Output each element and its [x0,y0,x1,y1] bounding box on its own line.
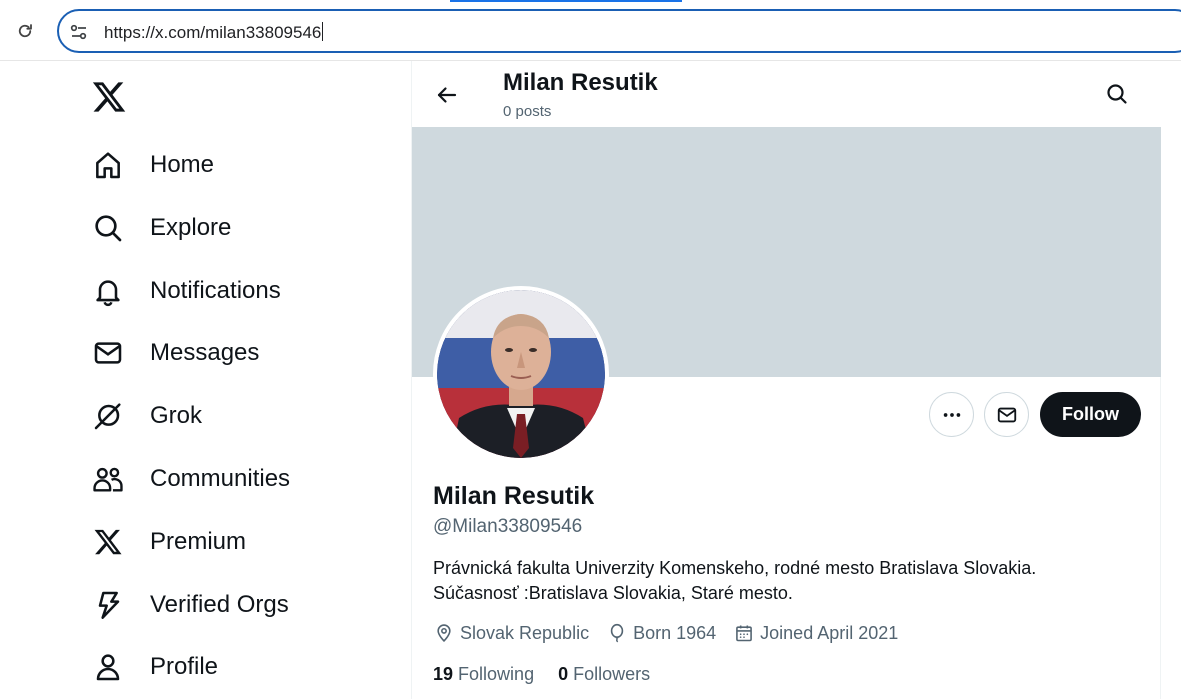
profile-meta: Slovak Republic Born 1964 Joined April 2… [433,621,915,645]
header-profile-name: Milan Resutik [503,69,658,96]
profile-header-bar: Milan Resutik 0 posts [412,61,1161,127]
followers-label: Followers [573,664,651,684]
x-logo-icon[interactable] [91,79,127,115]
sidebar-item-notifications[interactable]: Notifications [90,266,281,316]
avatar[interactable] [433,286,609,462]
location-text: Slovak Republic [460,622,590,643]
people-icon [90,461,126,497]
balloon-icon [606,622,628,644]
grok-icon [90,398,126,434]
avatar-photo [437,290,605,458]
sidebar-item-grok[interactable]: Grok [90,391,202,441]
bell-icon [90,273,126,309]
sidebar-item-profile[interactable]: Profile [90,642,218,692]
follow-button[interactable]: Follow [1040,392,1141,437]
sidebar-item-premium[interactable]: Premium [90,517,246,567]
profile-name: Milan Resutik [433,482,595,510]
following-link[interactable]: 19 Following [433,664,534,685]
search-icon[interactable] [1100,77,1134,111]
bio-line: Súčasnosť :Bratislava Slovakia, Staré me… [433,583,793,603]
profile-column: Milan Resutik 0 posts Follow Milan Resut… [411,61,1161,699]
sidebar-item-label: Profile [150,653,219,680]
sidebar-item-label: Messages [150,339,260,366]
sidebar-item-label: Home [150,151,215,178]
sidebar-item-messages[interactable]: Messages [90,328,259,378]
site-settings-icon[interactable] [69,22,89,42]
profile-bio: Právnická fakulta Univerzity Komenskeho,… [433,556,1133,606]
header-post-count: 0 posts [503,103,552,120]
sidebar-item-label: Premium [150,528,247,555]
more-options-button[interactable] [929,392,974,437]
follow-stats: 19 Following 0 Followers [433,664,674,685]
reload-icon[interactable] [14,20,36,42]
birth-item: Born 1964 [606,622,716,644]
birth-text: Born 1964 [633,622,717,643]
joined-item: Joined April 2021 [733,622,898,644]
followers-count: 0 [558,664,569,684]
location-pin-icon [433,622,455,644]
sidebar-item-label: Explore [150,214,232,241]
sidebar-item-label: Notifications [150,277,281,304]
bio-line: Právnická fakulta Univerzity Komenskeho,… [433,558,1037,578]
search-icon [90,210,126,246]
active-tab-indicator [450,0,682,2]
envelope-icon [997,407,1016,422]
more-dots-icon [943,412,960,417]
sidebar-nav: Home Explore Notifications Messages Grok… [0,61,411,699]
profile-handle: @Milan33809546 [433,516,583,537]
calendar-icon [733,622,755,644]
lightning-icon [90,587,126,623]
browser-toolbar: https://x.com/milan33809546 [0,0,1181,61]
person-icon [90,649,126,685]
sidebar-item-home[interactable]: Home [90,140,214,190]
sidebar-item-label: Communities [150,465,291,492]
envelope-icon [90,335,126,371]
address-bar[interactable]: https://x.com/milan33809546 [57,9,1181,53]
sidebar-item-label: Verified Orgs [150,591,289,618]
sidebar-item-label: Grok [150,402,203,429]
message-button[interactable] [984,392,1029,437]
following-label: Following [458,664,535,684]
x-logo-icon [90,524,126,560]
url-text[interactable]: https://x.com/milan33809546 [104,22,324,43]
joined-text: Joined April 2021 [760,622,899,643]
followers-link[interactable]: 0 Followers [558,664,650,685]
following-count: 19 [433,664,454,684]
sidebar-item-verified-orgs[interactable]: Verified Orgs [90,580,289,630]
sidebar-item-explore[interactable]: Explore [90,203,231,253]
home-icon [90,147,126,183]
sidebar-item-communities[interactable]: Communities [90,454,290,504]
location-item: Slovak Republic [433,622,589,644]
back-arrow-icon[interactable] [430,78,464,112]
